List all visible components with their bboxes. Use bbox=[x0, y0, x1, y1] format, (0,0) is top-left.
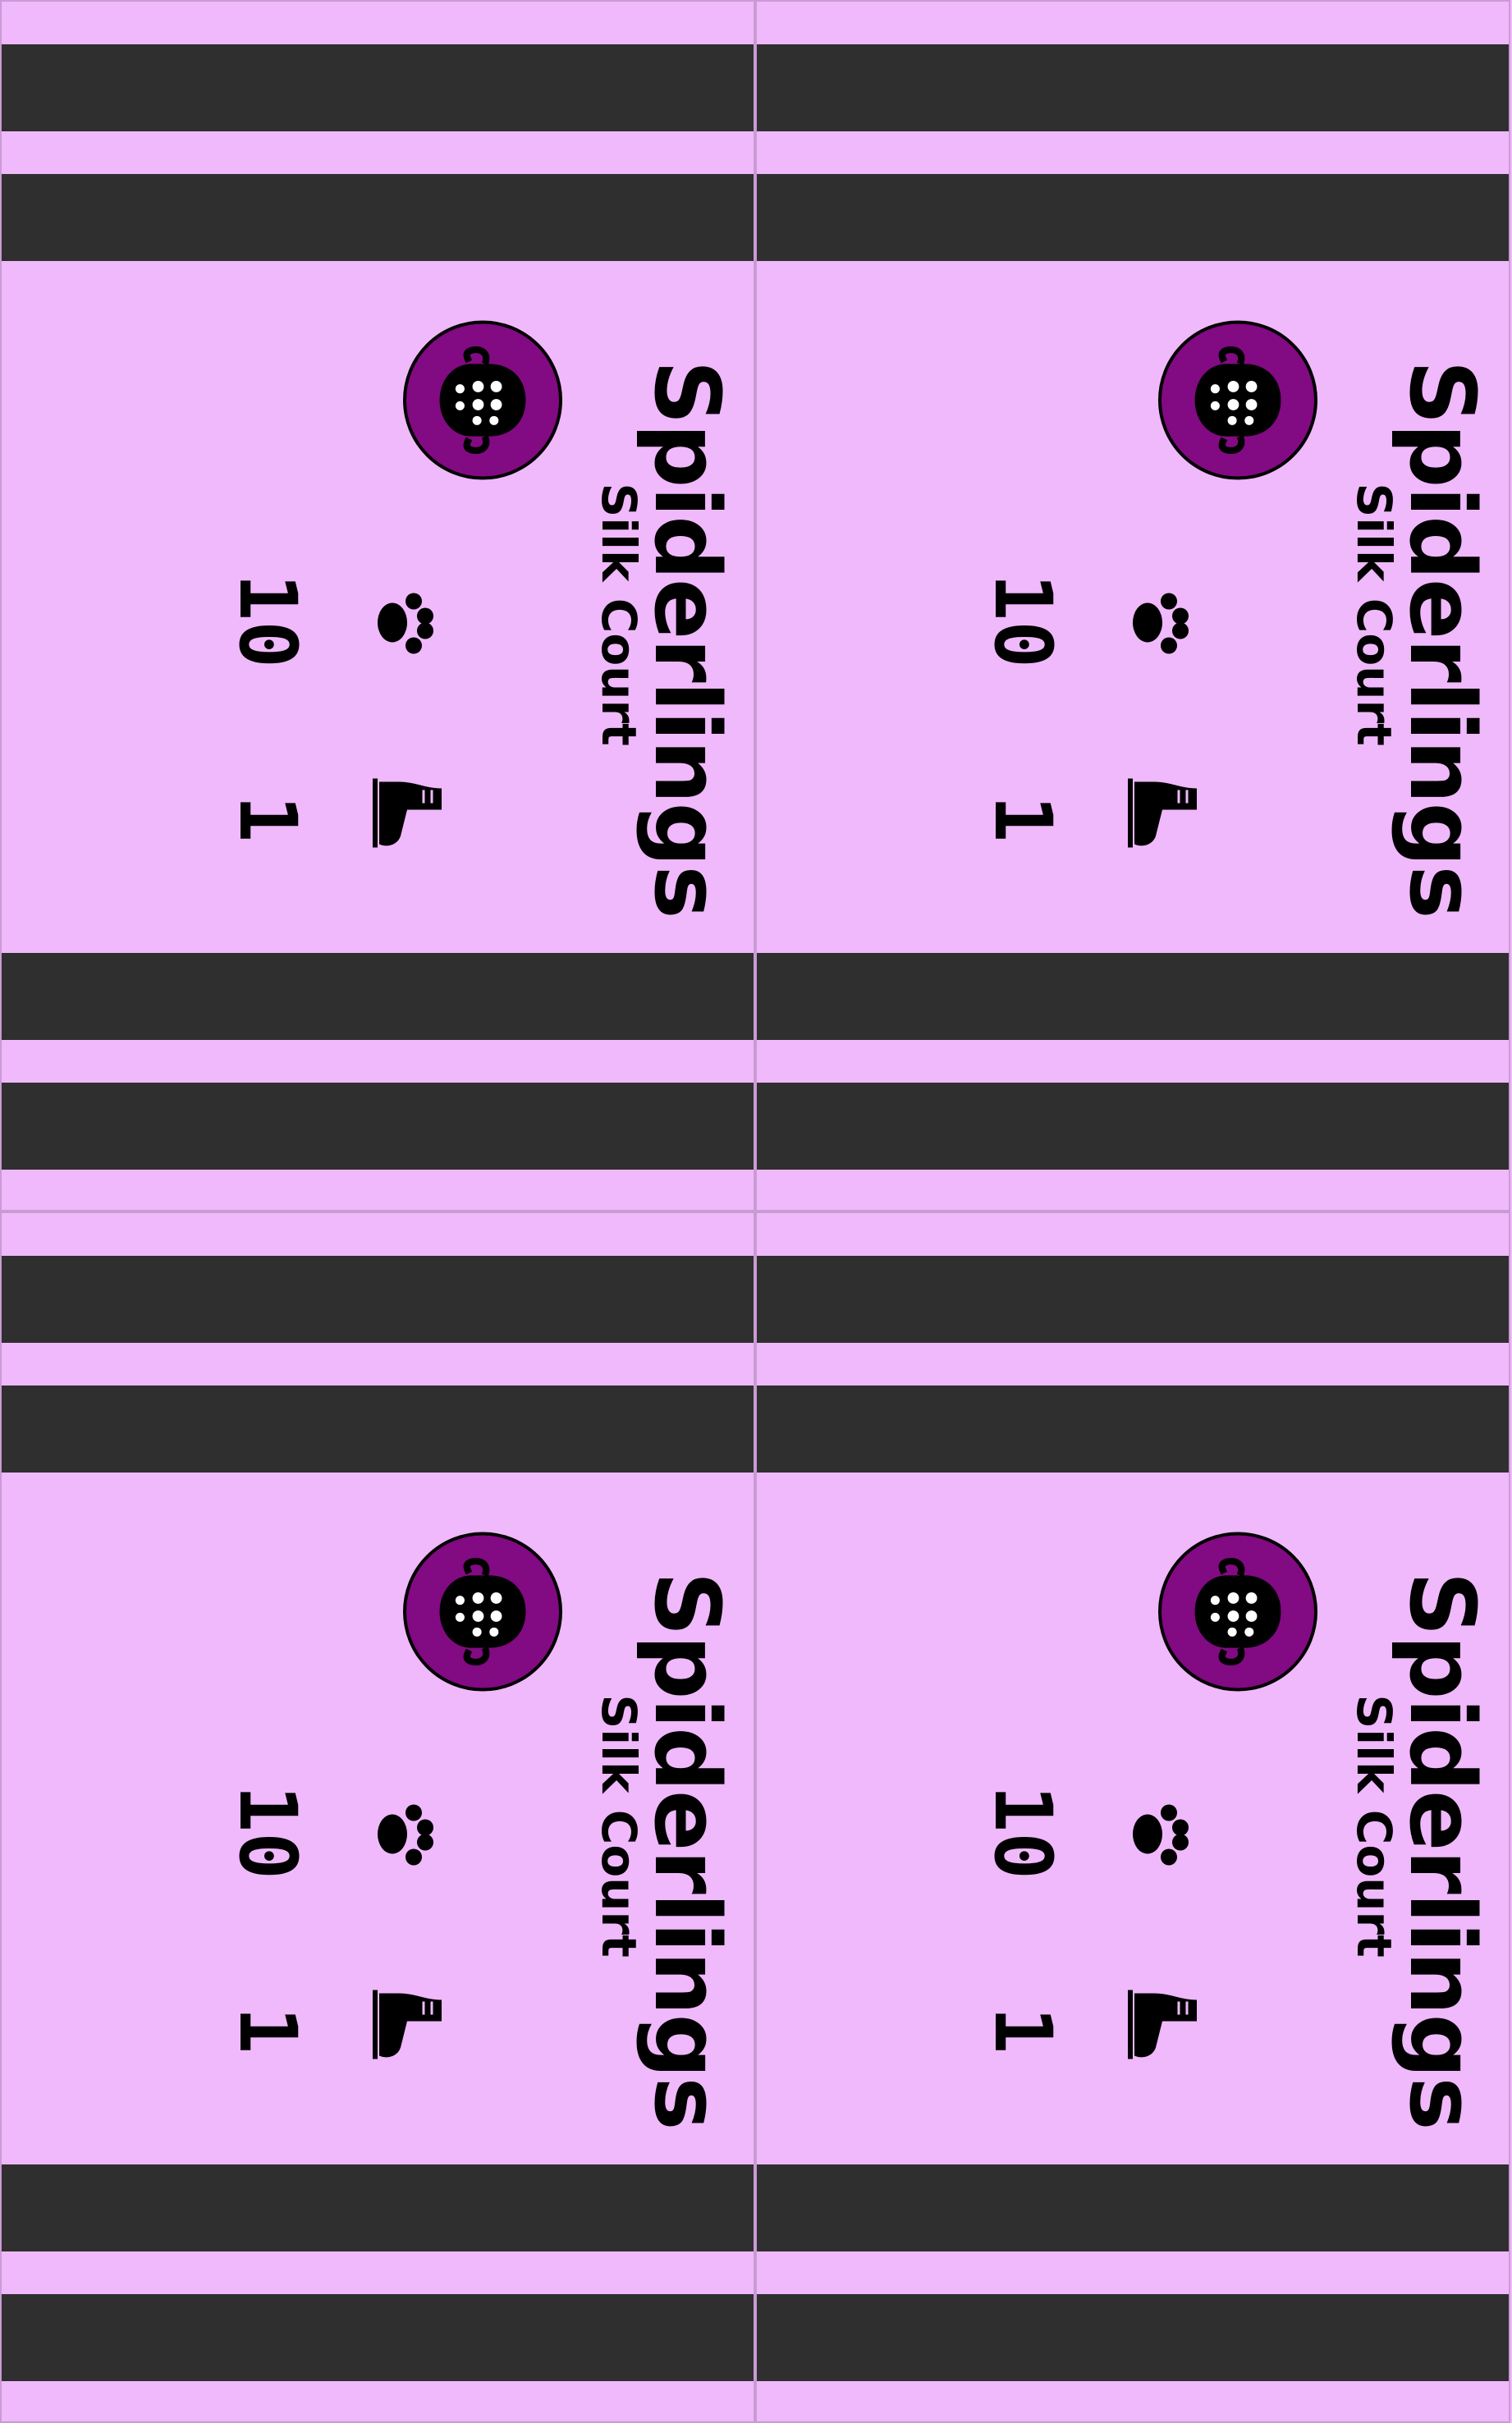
count-value: 10 bbox=[977, 1784, 1069, 1880]
card-band bbox=[2, 1256, 754, 1343]
spider-head-icon bbox=[403, 1532, 562, 1691]
movement-value: 1 bbox=[222, 2006, 314, 2054]
paw-print-icon bbox=[1118, 581, 1200, 663]
boot-icon bbox=[366, 770, 448, 852]
paw-print-icon bbox=[363, 581, 445, 663]
count-value: 10 bbox=[222, 1784, 314, 1880]
faction-name: Silk Court bbox=[591, 483, 647, 746]
card-band bbox=[757, 2294, 1509, 2381]
spider-head-icon bbox=[1158, 320, 1317, 479]
boot-icon bbox=[1121, 770, 1203, 852]
card-band bbox=[2, 2164, 754, 2251]
card-band bbox=[757, 1386, 1509, 1473]
print-sheet: Spiderlings Silk Court 10 1 Spiderlings … bbox=[0, 0, 1512, 2423]
card-band bbox=[757, 1083, 1509, 1170]
faction-name: Silk Court bbox=[591, 1694, 647, 1958]
paw-print-icon bbox=[363, 1793, 445, 1875]
unit-name: Spiderlings bbox=[635, 360, 740, 918]
movement-value: 1 bbox=[222, 795, 314, 842]
card-band bbox=[2, 1083, 754, 1170]
unit-card: Spiderlings Silk Court 10 1 bbox=[0, 0, 755, 1212]
faction-name: Silk Court bbox=[1346, 1694, 1402, 1958]
count-value: 10 bbox=[977, 573, 1069, 668]
count-value: 10 bbox=[222, 573, 314, 668]
boot-icon bbox=[1121, 1981, 1203, 2063]
card-band bbox=[757, 2164, 1509, 2251]
card-band bbox=[2, 953, 754, 1040]
unit-card: Spiderlings Silk Court 10 1 bbox=[755, 0, 1510, 1212]
card-band bbox=[757, 1256, 1509, 1343]
card-band bbox=[2, 2294, 754, 2381]
card-band bbox=[757, 953, 1509, 1040]
card-band bbox=[2, 174, 754, 261]
unit-name: Spiderlings bbox=[1390, 360, 1495, 918]
card-band bbox=[2, 1386, 754, 1473]
paw-print-icon bbox=[1118, 1793, 1200, 1875]
unit-name: Spiderlings bbox=[1390, 1571, 1495, 2129]
faction-name: Silk Court bbox=[1346, 483, 1402, 746]
spider-head-icon bbox=[1158, 1532, 1317, 1691]
card-band bbox=[757, 174, 1509, 261]
movement-value: 1 bbox=[977, 795, 1069, 842]
unit-card: Spiderlings Silk Court 10 1 bbox=[0, 1212, 755, 2423]
card-band bbox=[2, 44, 754, 131]
unit-card: Spiderlings Silk Court 10 1 bbox=[755, 1212, 1510, 2423]
spider-head-icon bbox=[403, 320, 562, 479]
unit-name: Spiderlings bbox=[635, 1571, 740, 2129]
movement-value: 1 bbox=[977, 2006, 1069, 2054]
boot-icon bbox=[366, 1981, 448, 2063]
card-band bbox=[757, 44, 1509, 131]
